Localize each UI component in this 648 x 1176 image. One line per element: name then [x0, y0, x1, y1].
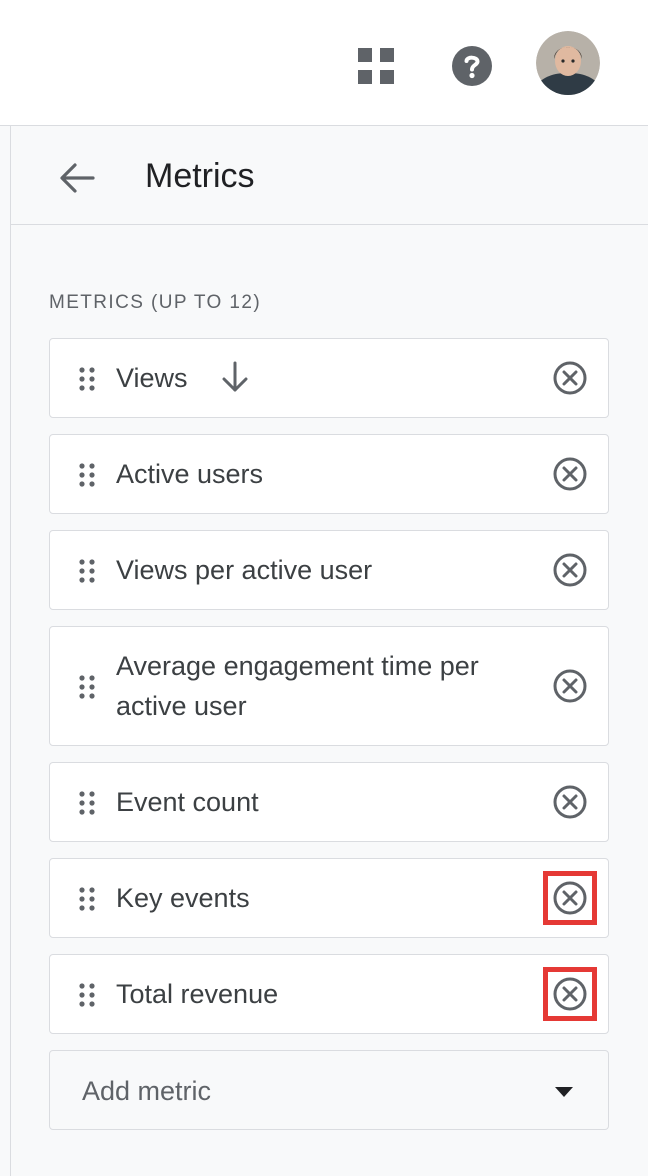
section-label: METRICS (UP TO 12)	[49, 292, 262, 313]
remove-metric-icon[interactable]	[543, 967, 597, 1021]
panel-header: Metrics	[11, 126, 648, 225]
metric-label: Key events	[116, 883, 250, 913]
metric-item-total-revenue[interactable]: Total revenue	[49, 954, 609, 1034]
drag-handle-icon[interactable]	[78, 674, 96, 700]
remove-metric-icon[interactable]	[550, 358, 590, 398]
arrow-back-icon[interactable]	[55, 156, 99, 200]
metric-item-views[interactable]: Views	[49, 338, 609, 418]
drag-handle-icon[interactable]	[78, 886, 96, 912]
metrics-panel: Metrics METRICS (UP TO 12) Views Active …	[10, 126, 648, 1176]
metric-label: Views per active user	[116, 555, 373, 585]
add-metric-dropdown[interactable]: Add metric	[49, 1050, 609, 1130]
dropdown-arrow-icon	[554, 1085, 574, 1097]
arrow-downward-icon[interactable]	[220, 360, 250, 394]
panel-title: Metrics	[145, 157, 255, 195]
metric-item-average-engagement-time[interactable]: Average engagement time per active user	[49, 626, 609, 746]
remove-metric-icon[interactable]	[550, 666, 590, 706]
metric-item-active-users[interactable]: Active users	[49, 434, 609, 514]
metric-item-event-count[interactable]: Event count	[49, 762, 609, 842]
apps-grid-icon[interactable]	[356, 46, 396, 86]
metric-item-key-events[interactable]: Key events	[49, 858, 609, 938]
metric-label: Total revenue	[116, 979, 279, 1009]
metric-label: Average engagement time per active user	[116, 651, 479, 721]
user-avatar[interactable]	[536, 31, 600, 95]
remove-metric-icon[interactable]	[543, 871, 597, 925]
metric-item-views-per-active-user[interactable]: Views per active user	[49, 530, 609, 610]
metric-label: Views	[116, 363, 188, 393]
metric-label: Active users	[116, 459, 264, 489]
remove-metric-icon[interactable]	[550, 550, 590, 590]
help-circle-icon[interactable]	[450, 44, 494, 88]
drag-handle-icon[interactable]	[78, 366, 96, 392]
metric-label: Event count	[116, 787, 259, 817]
remove-metric-icon[interactable]	[550, 782, 590, 822]
add-metric-placeholder: Add metric	[82, 1076, 212, 1106]
top-bar	[0, 0, 648, 126]
remove-metric-icon[interactable]	[550, 454, 590, 494]
drag-handle-icon[interactable]	[78, 462, 96, 488]
drag-handle-icon[interactable]	[78, 982, 96, 1008]
drag-handle-icon[interactable]	[78, 558, 96, 584]
drag-handle-icon[interactable]	[78, 790, 96, 816]
